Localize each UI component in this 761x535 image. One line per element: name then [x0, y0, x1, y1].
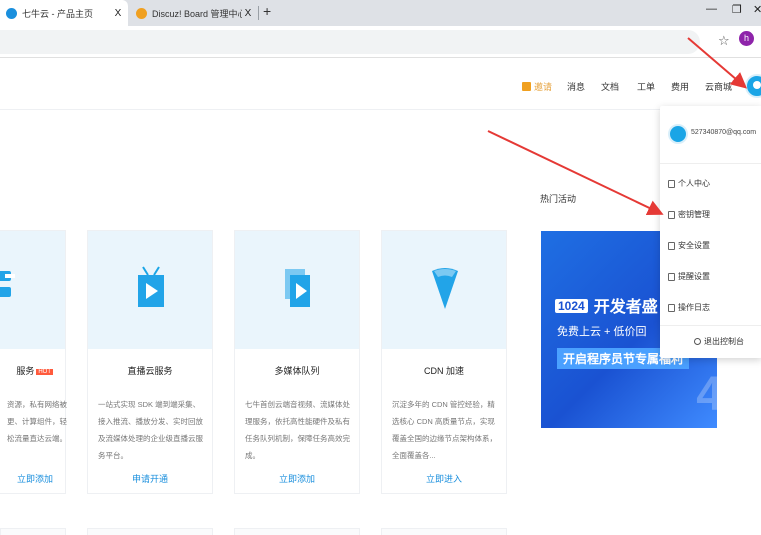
browser-tab-strip: 七牛云 - 产品主页 X Discuz! Board 管理中心 - 应用 X +…: [0, 0, 761, 26]
dropdown-avatar: [668, 124, 688, 144]
hot-badge: HOT: [36, 369, 53, 375]
dropdown-header: 527340870@qq.com: [660, 106, 761, 164]
browser-tab-discuz[interactable]: Discuz! Board 管理中心 - 应用 X: [130, 0, 258, 26]
new-tab-button[interactable]: +: [263, 3, 271, 19]
restore-button[interactable]: ❐: [732, 3, 742, 16]
tab-close-icon[interactable]: X: [112, 8, 124, 19]
tab-close-icon[interactable]: X: [242, 8, 254, 19]
card-row-edge: [0, 528, 66, 535]
nav-cloud-mall[interactable]: 云商城: [705, 80, 732, 93]
screen: 七牛云 - 产品主页 X Discuz! Board 管理中心 - 应用 X +…: [0, 0, 761, 535]
card-description: 七牛首创云端音视频、流媒体处理服务，依托高性能硬件及私有任务队列机制，保障任务高…: [245, 400, 350, 460]
menu-item-profile[interactable]: 个人中心: [668, 178, 710, 189]
card-row-edge: [381, 528, 507, 535]
minimize-button[interactable]: —: [706, 3, 717, 15]
menu-item-keys[interactable]: 密钥管理: [668, 209, 710, 220]
card-title: 直播云服务: [127, 366, 173, 376]
menu-item-label: 操作日志: [678, 303, 710, 312]
card-title-text: 服务: [16, 366, 35, 376]
gift-icon: [522, 82, 531, 91]
tv-icon: [138, 266, 164, 307]
cone-icon: [432, 268, 458, 309]
account-email: 527340870@qq.com: [691, 129, 757, 136]
banner-decoration: 4: [696, 368, 717, 421]
bell-icon: [668, 272, 675, 281]
card-row-edge: [87, 528, 213, 535]
url-input[interactable]: [0, 30, 700, 54]
menu-item-logs[interactable]: 操作日志: [668, 302, 710, 313]
nav-invite-label: 邀请: [534, 82, 553, 92]
logout-button[interactable]: 退出控制台: [694, 336, 744, 347]
product-card[interactable]: CDN 加速 沉淀多年的 CDN 管控经验，精选核心 CDN 高质量节点，实现覆…: [381, 230, 507, 494]
close-window-button[interactable]: ✕: [753, 3, 761, 16]
qiniu-favicon-icon: [6, 7, 17, 19]
power-icon: [694, 338, 701, 345]
card-illustration: [88, 231, 212, 349]
address-bar-row: ☆ h: [0, 26, 761, 58]
card-action-link[interactable]: 立即进入: [382, 472, 506, 485]
hot-events-title: 热门活动: [540, 194, 577, 204]
nav-invite[interactable]: 邀请: [522, 80, 552, 93]
banner-badge: 1024: [555, 299, 588, 313]
nav-docs[interactable]: 文档: [601, 80, 619, 93]
tab-title: Discuz! Board 管理中心 - 应用: [152, 8, 242, 19]
product-card[interactable]: 多媒体队列 七牛首创云端音视频、流媒体处理服务，依托高性能硬件及私有任务队列机制…: [234, 230, 360, 494]
logout-label: 退出控制台: [704, 337, 744, 346]
user-icon: [668, 179, 675, 188]
menu-item-label: 提醒设置: [678, 272, 710, 281]
card-title: 多媒体队列: [274, 366, 320, 376]
menu-item-label: 个人中心: [678, 179, 710, 188]
banner-subline: 免费上云 + 低价回: [557, 326, 647, 338]
menu-item-label: 密钥管理: [678, 210, 710, 219]
card-action-link[interactable]: 立即添加: [235, 472, 359, 485]
card-action-link[interactable]: 申请开通: [88, 472, 212, 485]
server-icon: [0, 271, 15, 297]
menu-item-alerts[interactable]: 提醒设置: [668, 271, 710, 282]
card-description: 沉淀多年的 CDN 管控经验，精选核心 CDN 高质量节点，实现覆盖全国的边缘节…: [392, 400, 497, 460]
play-file-icon: [285, 269, 310, 307]
tab-divider: [258, 6, 259, 20]
profile-avatar[interactable]: h: [739, 31, 754, 46]
card-title: CDN 加速: [424, 366, 464, 376]
card-row-edge: [234, 528, 360, 535]
menu-item-label: 安全设置: [678, 241, 710, 250]
card-title: 服务 HOT: [0, 364, 65, 377]
menu-item-security[interactable]: 安全设置: [668, 240, 710, 251]
key-icon: [668, 210, 675, 219]
nav-messages[interactable]: 消息: [567, 80, 585, 93]
account-dropdown: 527340870@qq.com 个人中心 密钥管理 安全设置 提醒设置 操作日…: [660, 106, 761, 358]
log-icon: [668, 303, 675, 312]
browser-tab-qiniu[interactable]: 七牛云 - 产品主页 X: [0, 0, 128, 26]
discuz-favicon-icon: [136, 7, 147, 19]
product-card[interactable]: 服务 HOT 资源，私有网络被更、计算组件，轻松流量直达云端。 立即添加: [0, 230, 67, 494]
card-illustration: [235, 231, 359, 349]
nav-tickets[interactable]: 工单: [637, 80, 655, 93]
card-illustration: [0, 231, 65, 349]
card-action-link[interactable]: 立即添加: [0, 472, 65, 485]
card-description: 资源，私有网络被更、计算组件，轻松流量直达云端。: [7, 400, 67, 443]
banner-headline: 1024 开发者盛: [555, 293, 658, 317]
banner-headline-text: 开发者盛: [593, 299, 658, 316]
star-icon[interactable]: ☆: [718, 33, 730, 49]
tab-title: 七牛云 - 产品主页: [22, 8, 93, 19]
nav-billing[interactable]: 费用: [671, 80, 689, 93]
card-description: 一站式实现 SDK 端到端采集、接入推流、播放分发、实时回放及流媒体处理的企业级…: [98, 400, 203, 460]
card-illustration: [382, 231, 506, 349]
lock-icon: [668, 241, 675, 250]
product-card[interactable]: 直播云服务 一站式实现 SDK 端到端采集、接入推流、播放分发、实时回放及流媒体…: [87, 230, 213, 494]
